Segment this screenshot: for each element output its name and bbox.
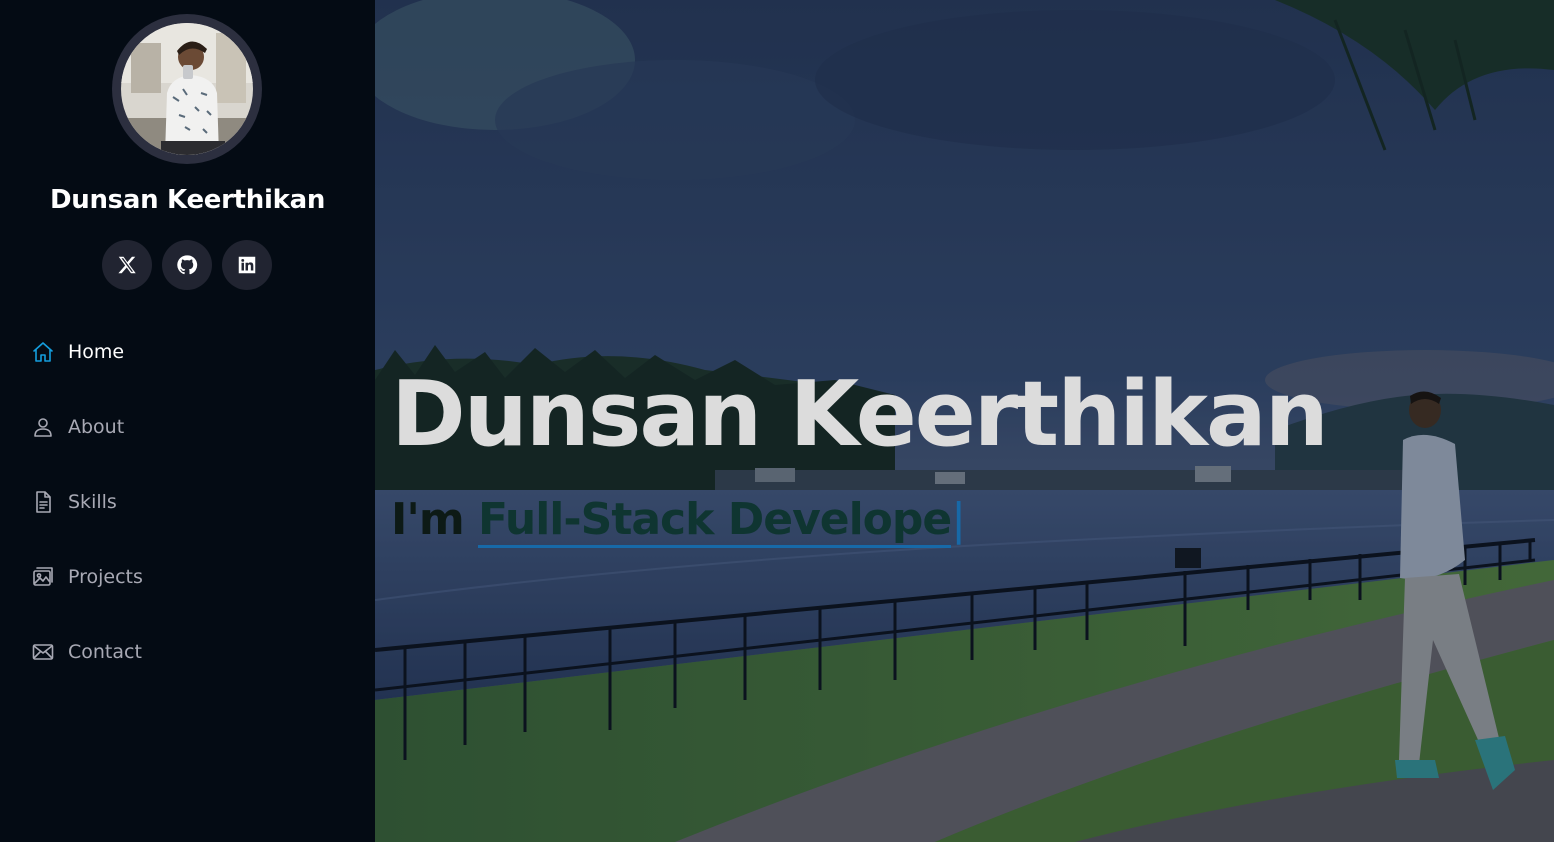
typed-text: Full-Stack Develope (478, 494, 952, 548)
nav-item-about[interactable]: About (0, 389, 375, 464)
subtitle-prefix: I'm (391, 494, 479, 545)
home-icon (30, 339, 56, 365)
nav-label-about: About (68, 415, 125, 438)
nav-item-projects[interactable]: Projects (0, 539, 375, 614)
nav-label-contact: Contact (68, 640, 142, 663)
nav-label-home: Home (68, 340, 125, 363)
avatar (121, 23, 253, 155)
images-icon (30, 564, 56, 590)
nav-label-skills: Skills (68, 490, 117, 513)
linkedin-icon (238, 256, 256, 274)
hero-section: Dunsan Keerthikan I'm Full-Stack Develop… (375, 0, 1554, 842)
person-icon (30, 414, 56, 440)
x-twitter-link[interactable] (102, 240, 152, 290)
sidebar: Dunsan Keerthikan Home About Skills Proj… (0, 0, 375, 842)
nav-item-skills[interactable]: Skills (0, 464, 375, 539)
github-icon (177, 255, 198, 275)
file-icon (30, 489, 56, 515)
hero-title: Dunsan Keerthikan (391, 362, 1329, 467)
typing-cursor: | (951, 494, 966, 545)
x-twitter-icon (118, 256, 136, 274)
nav-item-home[interactable]: Home (0, 314, 375, 389)
social-links (102, 240, 272, 290)
nav-label-projects: Projects (68, 565, 143, 588)
avatar-ring (112, 14, 262, 164)
nav-item-contact[interactable]: Contact (0, 614, 375, 689)
envelope-icon (30, 639, 56, 665)
github-link[interactable] (162, 240, 212, 290)
hero-subtitle: I'm Full-Stack Develope| (391, 494, 966, 548)
side-nav: Home About Skills Projects Contact (0, 314, 375, 689)
profile-name: Dunsan Keerthikan (49, 185, 326, 215)
linkedin-link[interactable] (222, 240, 272, 290)
